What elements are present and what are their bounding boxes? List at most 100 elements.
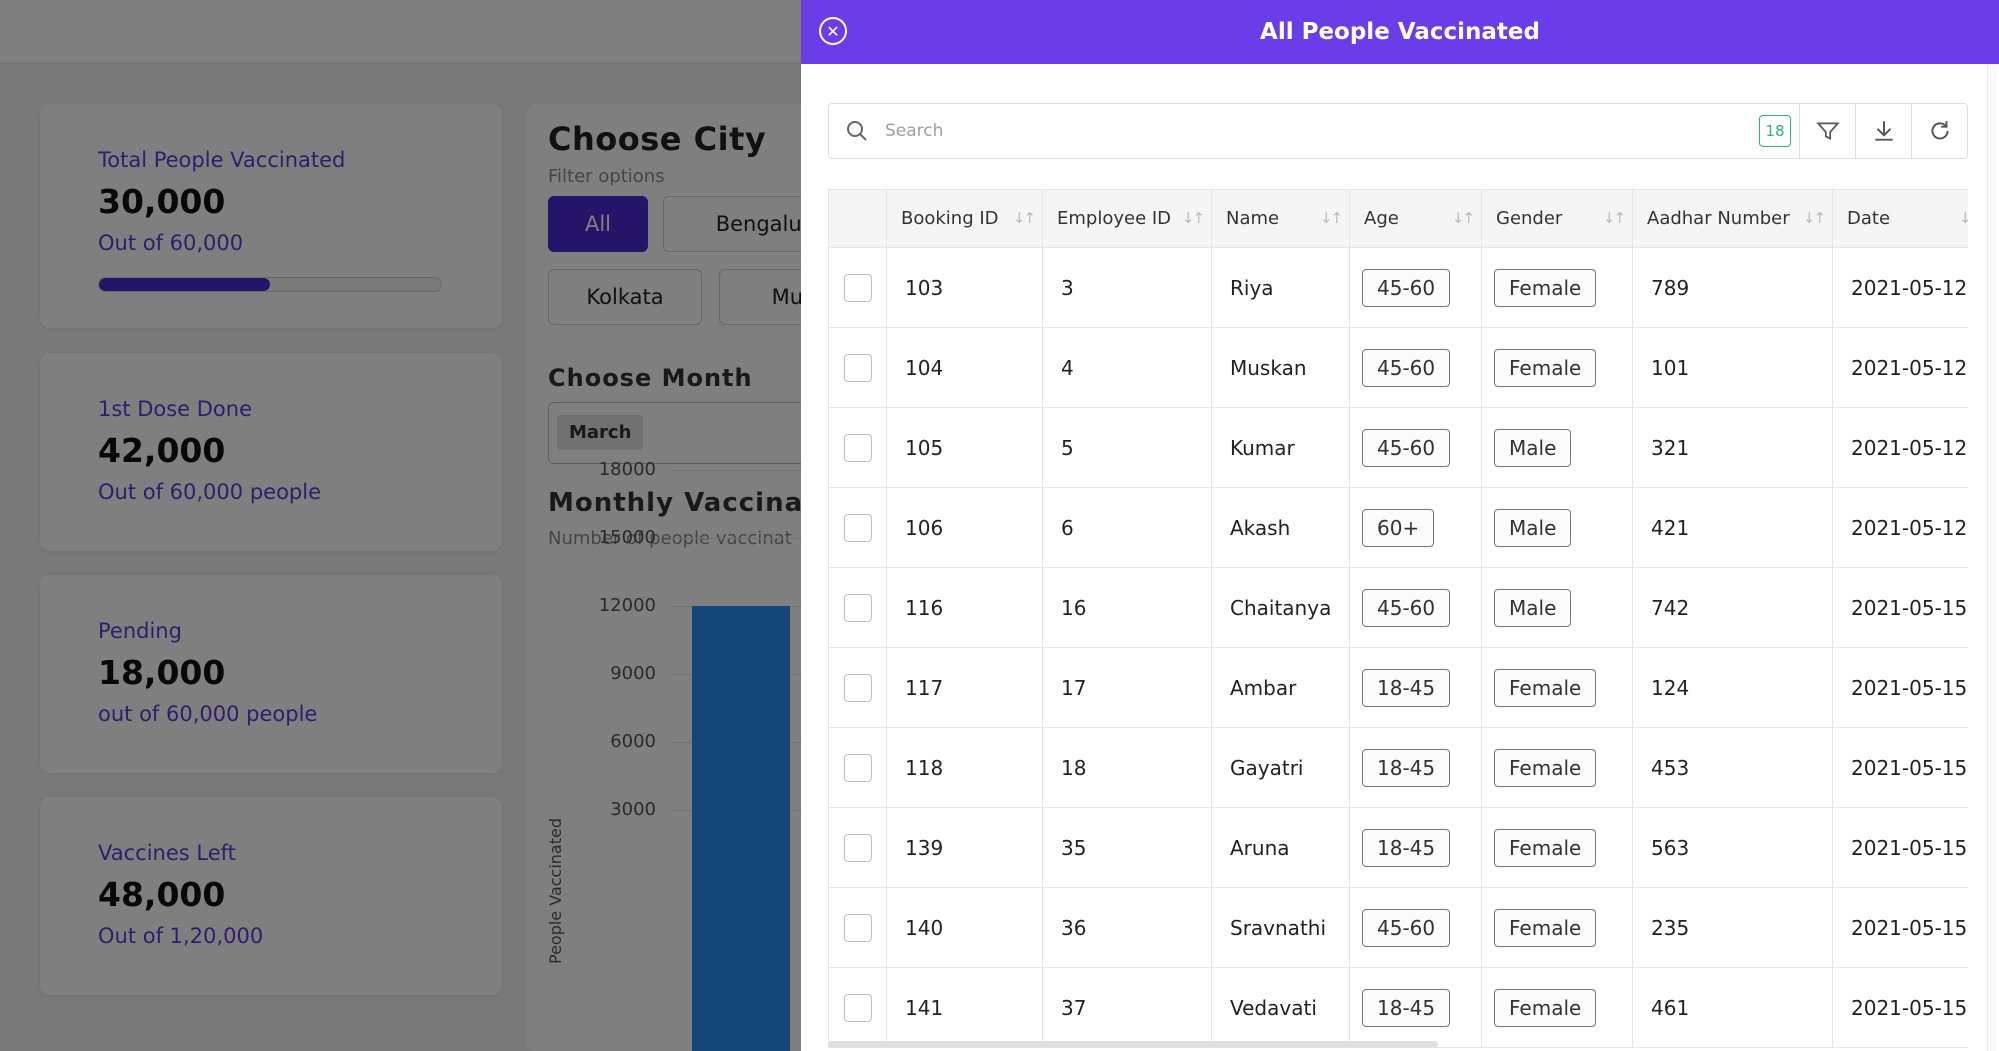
row-checkbox[interactable]	[843, 353, 872, 382]
sort-icon[interactable]: ↓↑	[1182, 209, 1205, 227]
refresh-icon[interactable]	[1911, 104, 1967, 158]
checkbox-cell	[828, 727, 887, 808]
date-cell: 2021-05-15	[1832, 567, 1968, 648]
table-header-row: Booking ID ↓↑ Employee ID ↓↑ Name ↓↑ Age ↓↑ …	[828, 189, 1968, 248]
gender-tag-cell: Female	[1481, 727, 1633, 808]
name-cell: Kumar	[1211, 407, 1350, 488]
date-cell: 2021-05-12	[1832, 487, 1968, 568]
search-icon	[829, 104, 885, 158]
employee-id-cell: 36	[1042, 887, 1212, 968]
filter-icon[interactable]	[1799, 104, 1855, 158]
sort-icon[interactable]: ↓↑	[1320, 209, 1343, 227]
gender-tag-cell: Male	[1481, 407, 1633, 488]
aadhar-cell: 563	[1632, 807, 1833, 888]
table-toolbar: 18	[828, 103, 1968, 159]
name-cell: Aruna	[1211, 807, 1350, 888]
employee-id-cell: 37	[1042, 967, 1212, 1048]
employee-id-cell: 35	[1042, 807, 1212, 888]
table-row[interactable]: 103 3 Riya 45-60 Female 789 2021-05-12	[828, 247, 1968, 328]
column-header-date[interactable]: Date ↓↑	[1832, 189, 1968, 248]
table-row[interactable]: 141 37 Vedavati 18-45 Female 461 2021-05-15	[828, 967, 1968, 1048]
gender-tag: Female	[1494, 908, 1597, 947]
age-tag-cell: 18-45	[1349, 967, 1482, 1048]
table-row[interactable]: 105 5 Kumar 45-60 Male 321 2021-05-12	[828, 407, 1968, 488]
aadhar-cell: 421	[1632, 487, 1833, 568]
column-header-employee-id[interactable]: Employee ID ↓↑	[1042, 189, 1212, 248]
sort-icon[interactable]: ↓↑	[1803, 209, 1826, 227]
date-cell: 2021-05-12	[1832, 407, 1968, 488]
table-row[interactable]: 139 35 Aruna 18-45 Female 563 2021-05-15	[828, 807, 1968, 888]
people-table-container[interactable]: Booking ID ↓↑ Employee ID ↓↑ Name ↓↑ Age ↓↑ …	[828, 189, 1968, 1051]
age-tag-cell: 45-60	[1349, 407, 1482, 488]
gender-tag: Female	[1494, 748, 1597, 787]
table-row[interactable]: 106 6 Akash 60+ Male 421 2021-05-12	[828, 487, 1968, 568]
name-cell: Ambar	[1211, 647, 1350, 728]
name-cell: Riya	[1211, 247, 1350, 328]
employee-id-cell: 3	[1042, 247, 1212, 328]
aadhar-cell: 235	[1632, 887, 1833, 968]
booking-id-cell: 139	[886, 807, 1043, 888]
column-label: Employee ID	[1057, 208, 1172, 229]
age-tag: 45-60	[1362, 588, 1451, 627]
table-row[interactable]: 117 17 Ambar 18-45 Female 124 2021-05-15	[828, 647, 1968, 728]
employee-id-cell: 4	[1042, 327, 1212, 408]
booking-id-cell: 118	[886, 727, 1043, 808]
booking-id-cell: 117	[886, 647, 1043, 728]
column-label: Name	[1226, 208, 1280, 229]
row-checkbox[interactable]	[843, 593, 872, 622]
age-tag: 45-60	[1362, 348, 1451, 387]
employee-id-cell: 18	[1042, 727, 1212, 808]
column-header-aadhar[interactable]: Aadhar Number ↓↑	[1632, 189, 1833, 248]
sort-icon[interactable]: ↓↑	[1603, 209, 1626, 227]
sort-icon[interactable]: ↓↑	[1452, 209, 1475, 227]
drawer-title: All People Vaccinated	[1260, 19, 1540, 45]
table-row[interactable]: 140 36 Sravnathi 45-60 Female 235 2021-05-15	[828, 887, 1968, 968]
checkbox-cell	[828, 567, 887, 648]
close-icon[interactable]: ✕	[819, 17, 847, 45]
column-header-gender[interactable]: Gender ↓↑	[1481, 189, 1633, 248]
booking-id-cell: 106	[886, 487, 1043, 568]
sort-icon[interactable]: ↓↑	[1013, 209, 1036, 227]
table-row[interactable]: 118 18 Gayatri 18-45 Female 453 2021-05-15	[828, 727, 1968, 808]
row-checkbox[interactable]	[843, 753, 872, 782]
checkbox-cell	[828, 407, 887, 488]
column-label: Gender	[1496, 208, 1563, 229]
drawer-header: ✕ All People Vaccinated	[801, 0, 1999, 64]
booking-id-cell: 105	[886, 407, 1043, 488]
age-tag-cell: 45-60	[1349, 567, 1482, 648]
date-cell: 2021-05-12	[1832, 327, 1968, 408]
vertical-scrollbar[interactable]	[1987, 64, 1997, 1051]
row-checkbox[interactable]	[843, 993, 872, 1022]
row-checkbox[interactable]	[843, 273, 872, 302]
search-input[interactable]	[885, 104, 1759, 158]
row-checkbox[interactable]	[843, 673, 872, 702]
table-row[interactable]: 104 4 Muskan 45-60 Female 101 2021-05-12	[828, 327, 1968, 408]
aadhar-cell: 453	[1632, 727, 1833, 808]
employee-id-cell: 6	[1042, 487, 1212, 568]
row-checkbox[interactable]	[843, 833, 872, 862]
people-vaccinated-drawer: ✕ All People Vaccinated 18 Book	[801, 0, 1999, 1051]
row-checkbox[interactable]	[843, 513, 872, 542]
row-checkbox[interactable]	[843, 913, 872, 942]
checkbox-cell	[828, 647, 887, 728]
name-cell: Gayatri	[1211, 727, 1350, 808]
age-tag-cell: 60+	[1349, 487, 1482, 568]
name-cell: Chaitanya	[1211, 567, 1350, 648]
column-header-booking-id[interactable]: Booking ID ↓↑	[886, 189, 1043, 248]
age-tag: 45-60	[1362, 908, 1451, 947]
gender-tag-cell: Female	[1481, 887, 1633, 968]
sort-icon[interactable]: ↓↑	[1959, 209, 1968, 227]
booking-id-cell: 140	[886, 887, 1043, 968]
horizontal-scrollbar[interactable]	[828, 1041, 1438, 1048]
table-row[interactable]: 116 16 Chaitanya 45-60 Male 742 2021-05-15	[828, 567, 1968, 648]
employee-id-cell: 5	[1042, 407, 1212, 488]
row-checkbox[interactable]	[843, 433, 872, 462]
age-tag: 45-60	[1362, 268, 1451, 307]
date-cell: 2021-05-15	[1832, 887, 1968, 968]
download-icon[interactable]	[1855, 104, 1911, 158]
column-header-age[interactable]: Age ↓↑	[1349, 189, 1482, 248]
column-header-name[interactable]: Name ↓↑	[1211, 189, 1350, 248]
age-tag-cell: 45-60	[1349, 247, 1482, 328]
date-cell: 2021-05-12	[1832, 247, 1968, 328]
people-table: Booking ID ↓↑ Employee ID ↓↑ Name ↓↑ Age ↓↑ …	[828, 189, 1968, 1048]
